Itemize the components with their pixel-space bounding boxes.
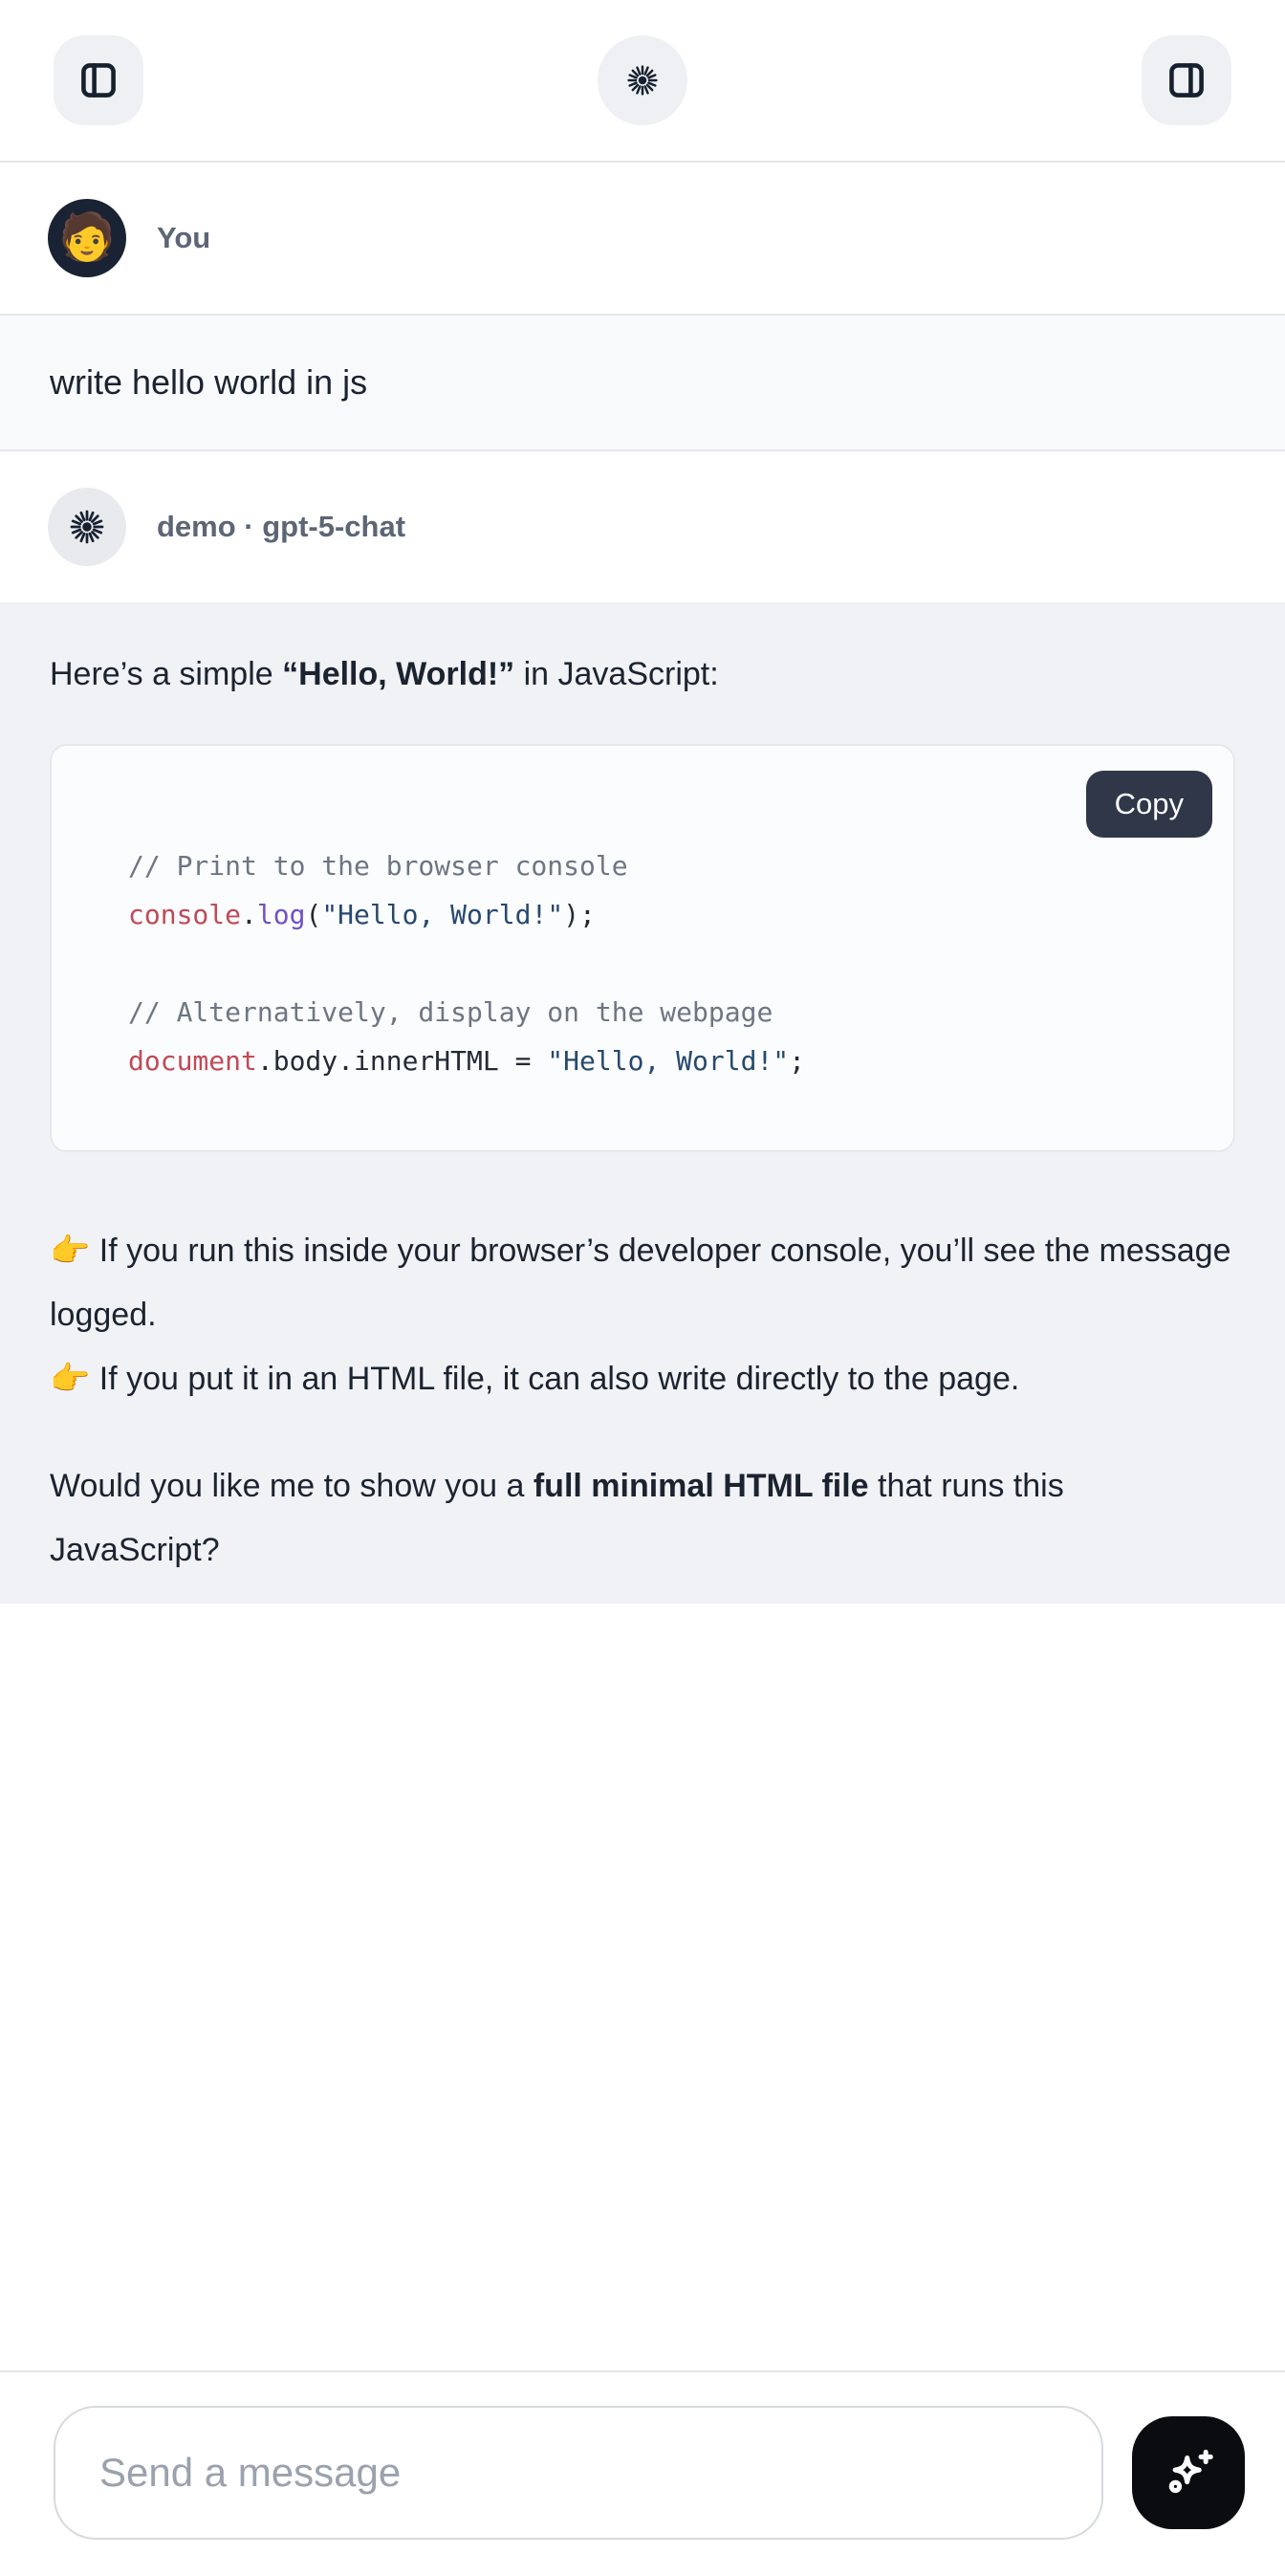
assistant-intro-text: Here’s a simple “Hello, World!” in JavaS…: [50, 650, 1235, 698]
code-block: Copy // Print to the browser consolecons…: [50, 744, 1235, 1152]
copy-button[interactable]: Copy: [1086, 771, 1212, 838]
toggle-right-panel-button[interactable]: [1142, 35, 1231, 125]
user-author-label: You: [157, 221, 210, 255]
assistant-message-header: demo · gpt-5-chat: [0, 451, 1285, 602]
user-message-text: write hello world in js: [0, 314, 1285, 451]
assistant-author-label: demo · gpt-5-chat: [157, 510, 405, 544]
user-avatar-emoji: 🧑: [58, 215, 116, 261]
top-bar: [0, 0, 1285, 163]
code-content: // Print to the browser consoleconsole.l…: [52, 746, 1233, 1150]
composer-bar: [0, 2370, 1285, 2576]
app-logo-button[interactable]: [598, 35, 687, 125]
assistant-message-body: Here’s a simple “Hello, World!” in JavaS…: [0, 602, 1285, 1604]
panel-right-icon: [1165, 59, 1208, 101]
user-message: 🧑 You write hello world in js: [0, 163, 1285, 451]
panel-left-icon: [77, 59, 120, 101]
assistant-tips-text: 👉 If you run this inside your browser’s …: [50, 1219, 1235, 1411]
user-avatar: 🧑: [48, 199, 126, 277]
starburst-icon: [68, 508, 106, 546]
message-input[interactable]: [54, 2406, 1103, 2540]
assistant-avatar: [48, 488, 126, 566]
toggle-left-sidebar-button[interactable]: [54, 35, 143, 125]
assistant-question-text: Would you like me to show you a full min…: [50, 1454, 1235, 1583]
send-button[interactable]: [1132, 2416, 1245, 2529]
assistant-message: demo · gpt-5-chat Here’s a simple “Hello…: [0, 451, 1285, 1604]
starburst-icon: [625, 63, 660, 98]
user-message-header: 🧑 You: [0, 163, 1285, 314]
sparkles-icon: [1158, 2442, 1219, 2503]
chat-app: 🧑 You write hello world in js: [0, 0, 1285, 2576]
